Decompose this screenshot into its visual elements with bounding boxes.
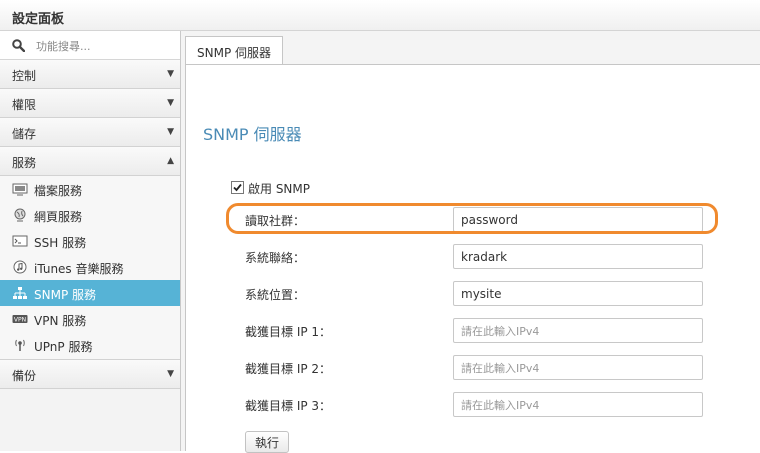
sidebar-item-web-service[interactable]: 網頁服務 <box>0 202 180 228</box>
trap-target-ip2-label: 截獲目標 IP 2： <box>245 362 332 376</box>
category-label: 控制 <box>12 69 37 83</box>
page-title: SNMP 伺服器 <box>203 125 302 144</box>
tab-snmp-server[interactable]: SNMP 伺服器 <box>185 36 283 65</box>
sidebar-category-permissions[interactable]: 權限 ▼ <box>0 89 180 118</box>
system-contact-input[interactable] <box>453 244 703 269</box>
trap-target-ip3-input[interactable] <box>453 392 703 417</box>
music-icon <box>13 260 27 274</box>
category-label: 儲存 <box>12 127 37 141</box>
svg-text:VPN: VPN <box>14 317 26 324</box>
search-input[interactable] <box>34 36 178 56</box>
terminal-icon <box>12 235 28 247</box>
system-contact-label: 系統聯絡： <box>245 251 306 265</box>
sidebar-item-label: SSH 服務 <box>34 236 87 250</box>
sidebar-item-label: SNMP 服務 <box>34 288 96 302</box>
content-area: SNMP 伺服器 SNMP 伺服器 啟用 SNMP 讀取社群： 系統聯絡： 系統… <box>181 31 760 453</box>
file-service-icon <box>12 183 28 196</box>
tab-bar: SNMP 伺服器 <box>181 31 760 65</box>
enable-snmp-label: 啟用 SNMP <box>248 182 310 196</box>
sidebar-category-storage[interactable]: 儲存 ▼ <box>0 118 180 147</box>
sidebar-item-itunes-service[interactable]: iTunes 音樂服務 <box>0 254 180 280</box>
window-title: 設定面板 <box>12 12 65 27</box>
checkmark-icon <box>233 183 242 192</box>
sidebar-item-label: UPnP 服務 <box>34 340 93 354</box>
system-location-label: 系統位置： <box>245 288 306 302</box>
chevron-up-icon: ▲ <box>167 156 174 166</box>
title-bar: 設定面板 <box>0 0 760 31</box>
sidebar-item-label: iTunes 音樂服務 <box>34 262 124 276</box>
sidebar-item-label: 網頁服務 <box>34 210 83 224</box>
read-community-label: 讀取社群： <box>245 214 306 228</box>
settings-panel: SNMP 伺服器 啟用 SNMP 讀取社群： 系統聯絡： 系統位置： 截獲目標 … <box>185 64 760 453</box>
network-icon <box>13 287 27 299</box>
sidebar-item-snmp-service[interactable]: SNMP 服務 <box>0 280 180 306</box>
category-label: 服務 <box>12 156 37 170</box>
sidebar-item-vpn-service[interactable]: VPN VPN 服務 <box>0 306 180 332</box>
enable-snmp-checkbox[interactable] <box>231 181 244 194</box>
sidebar-category-services[interactable]: 服務 ▲ <box>0 147 180 176</box>
sidebar-item-upnp-service[interactable]: UPnP 服務 <box>0 332 180 358</box>
read-community-input[interactable] <box>453 207 703 232</box>
sidebar: 控制 ▼ 權限 ▼ 儲存 ▼ 服務 ▲ 檔案服務 網頁服務 <box>0 31 181 451</box>
sidebar-category-backup[interactable]: 備份 ▼ <box>0 360 180 389</box>
sidebar-item-ssh-service[interactable]: SSH 服務 <box>0 228 180 254</box>
trap-target-ip2-input[interactable] <box>453 355 703 380</box>
search-icon <box>12 39 25 52</box>
chevron-down-icon: ▼ <box>167 98 174 108</box>
vpn-icon: VPN <box>12 315 28 324</box>
trap-target-ip1-input[interactable] <box>453 318 703 343</box>
chevron-down-icon: ▼ <box>167 69 174 79</box>
services-submenu: 檔案服務 網頁服務 SSH 服務 iTunes 音樂服務 SNMP 服務 VPN… <box>0 176 180 360</box>
category-label: 備份 <box>12 369 37 383</box>
system-location-input[interactable] <box>453 281 703 306</box>
sidebar-item-label: VPN 服務 <box>34 314 87 328</box>
search-box <box>0 31 180 60</box>
chevron-down-icon: ▼ <box>167 369 174 379</box>
upnp-icon <box>15 339 25 351</box>
sidebar-item-file-service[interactable]: 檔案服務 <box>0 176 180 202</box>
tab-label: SNMP 伺服器 <box>197 46 271 60</box>
sidebar-item-label: 檔案服務 <box>34 184 83 198</box>
globe-icon <box>14 208 26 222</box>
trap-target-ip3-label: 截獲目標 IP 3： <box>245 399 332 413</box>
chevron-down-icon: ▼ <box>167 127 174 137</box>
trap-target-ip1-label: 截獲目標 IP 1： <box>245 325 332 339</box>
sidebar-category-control[interactable]: 控制 ▼ <box>0 60 180 89</box>
execute-button[interactable]: 執行 <box>245 431 290 453</box>
category-label: 權限 <box>12 98 37 112</box>
